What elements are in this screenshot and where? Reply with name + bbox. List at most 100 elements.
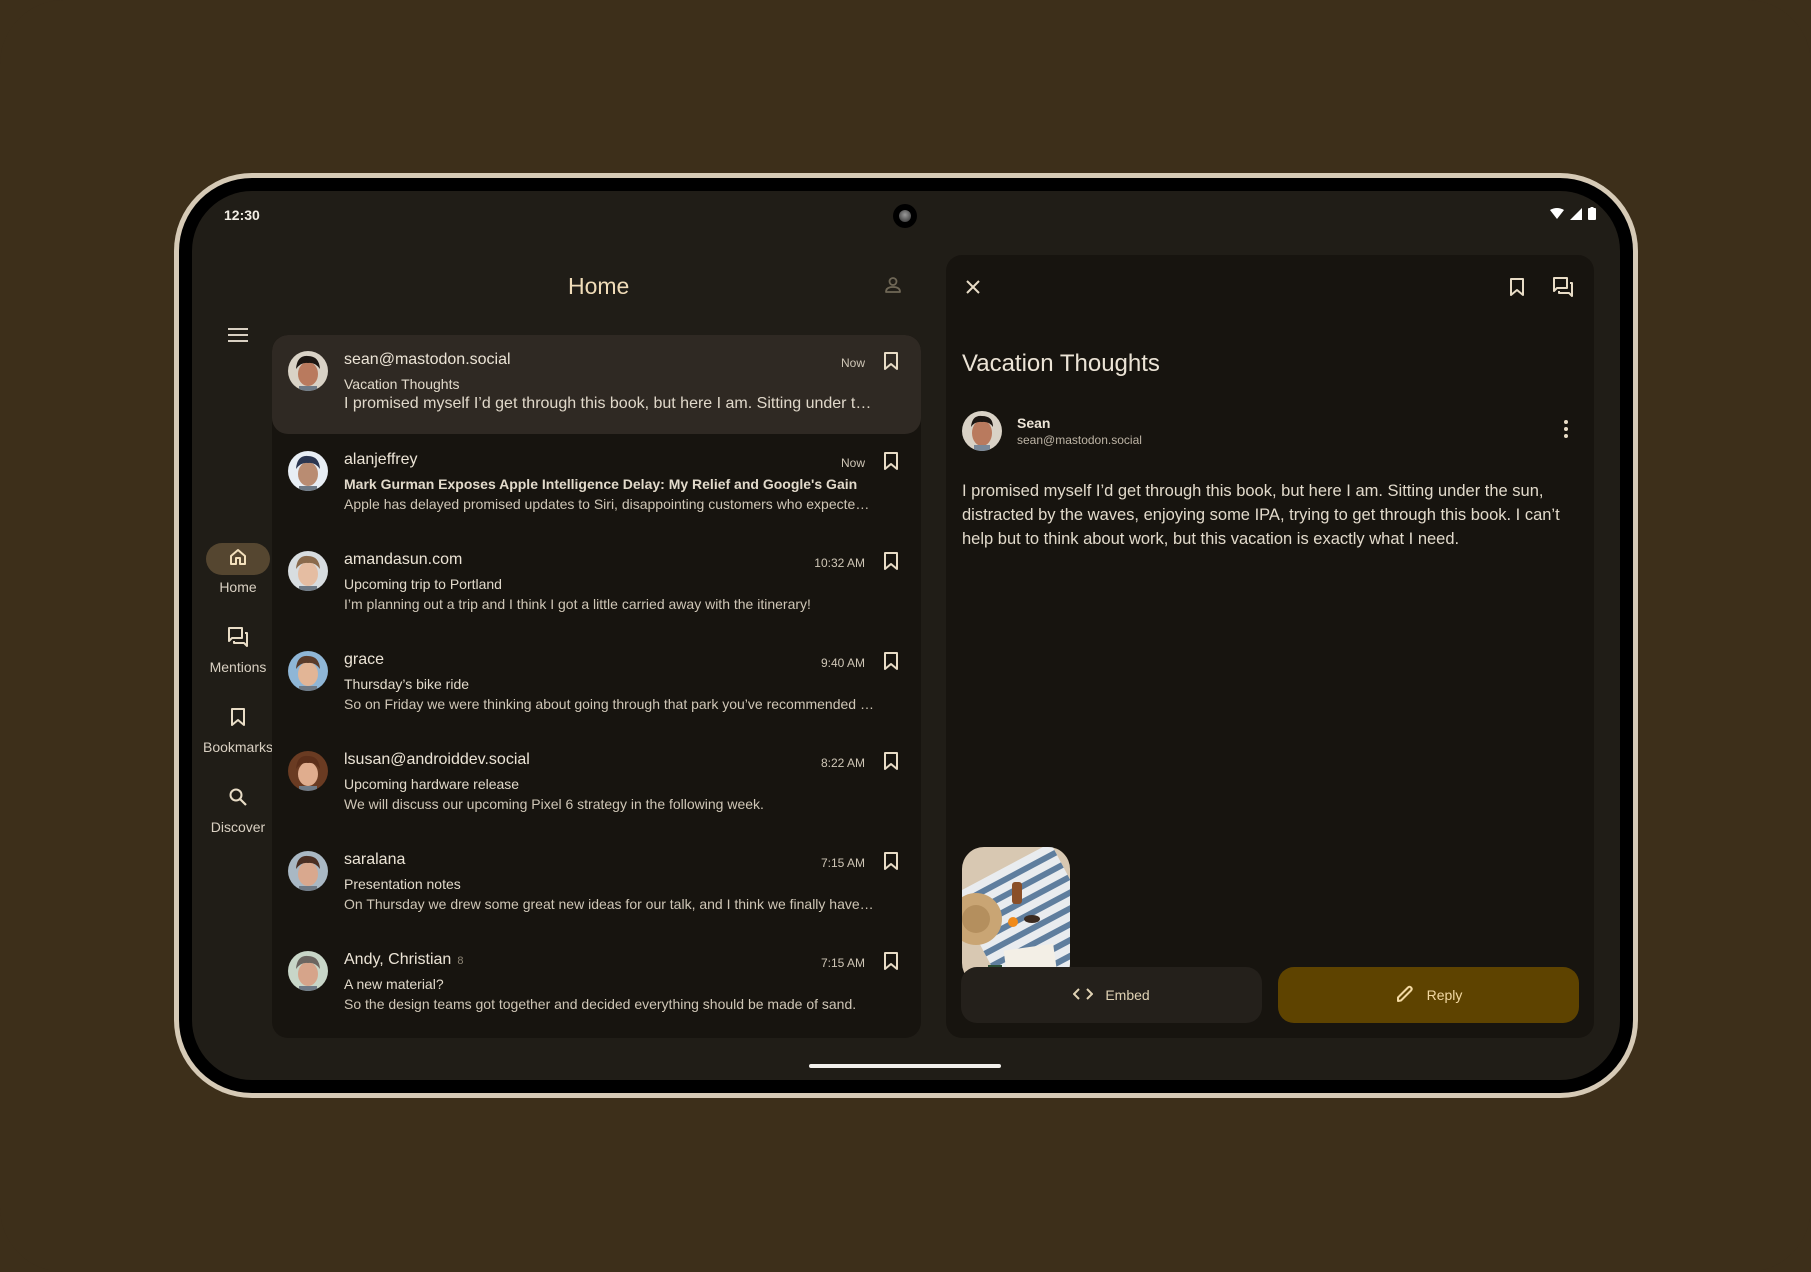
preview: So on Friday we were thinking about goin… [344, 696, 874, 712]
avatar [288, 851, 328, 891]
list-item[interactable]: saralana 7:15 AM Presentation notes On Thur… [272, 835, 921, 935]
more-options-button[interactable] [1554, 419, 1578, 443]
bookmark-button[interactable] [1503, 275, 1531, 303]
bookmark-button[interactable] [879, 851, 903, 875]
tablet-bezel: 12:30 Home Mentions Bookmarks Discover H… [179, 178, 1633, 1093]
nav-label: Mentions [209, 659, 267, 675]
sender-name: Sean [1017, 415, 1051, 431]
sender-name: grace [344, 651, 390, 669]
embed-button[interactable]: Embed [961, 967, 1262, 1023]
reply-label: Reply [1426, 987, 1463, 1003]
cellular-signal-icon [1570, 207, 1582, 220]
search-icon [228, 787, 248, 812]
chat-bubbles-icon [227, 626, 249, 653]
list-item[interactable]: amandasun.com 10:32 AM Upcoming trip to Po… [272, 535, 921, 635]
sender-name: lsusan@androiddev.social [344, 751, 536, 769]
status-icons [1550, 207, 1596, 220]
chat-bubbles-icon [1552, 276, 1574, 303]
preview: I promised myself I’d get through this b… [344, 395, 874, 412]
list-item[interactable]: Andy, Christian 8 7:15 AM A new material? So… [272, 935, 921, 1035]
bookmark-icon [883, 651, 899, 676]
list-item[interactable]: sean@mastodon.social Now Vacation Thoughts… [272, 335, 921, 434]
avatar [288, 551, 328, 591]
bookmark-icon [883, 851, 899, 876]
hamburger-menu-icon [228, 327, 248, 347]
nav-icon-container [206, 623, 270, 655]
embed-label: Embed [1105, 987, 1150, 1003]
bookmark-button[interactable] [879, 651, 903, 675]
home-icon [228, 547, 248, 572]
gesture-handle[interactable] [809, 1064, 1001, 1068]
subject: Mark Gurman Exposes Apple Intelligence D… [344, 476, 858, 492]
nav-icon-container [206, 703, 270, 735]
sender-email: sean@mastodon.social [1017, 433, 1142, 447]
attachment-image[interactable] [962, 847, 1070, 985]
battery-icon [1588, 207, 1596, 220]
bookmark-icon [230, 707, 246, 732]
menu-button[interactable] [222, 321, 254, 353]
bookmark-button[interactable] [879, 951, 903, 975]
subject: Thursday’s bike ride [344, 676, 470, 692]
profile-button[interactable] [879, 273, 907, 301]
list-item[interactable]: alanjeffrey Now Mark Gurman Exposes Apple … [272, 435, 921, 535]
message-body: I promised myself I’d get through this b… [962, 482, 1560, 548]
sender-name-text: lsusan@androiddev.social [344, 751, 530, 768]
nav-icon-container [206, 543, 270, 575]
timestamp: Now [840, 456, 865, 470]
sender-name: alanjeffrey [344, 451, 424, 469]
nav-item-home[interactable]: Home [192, 543, 284, 595]
sender-name: saralana [344, 851, 411, 869]
sender-name: Andy, Christian 8 [344, 951, 463, 969]
bookmark-icon [883, 751, 899, 776]
tablet-frame: 12:30 Home Mentions Bookmarks Discover H… [174, 173, 1638, 1098]
detail-pane: Vacation Thoughts Sean sean@mastodon.soc… [946, 255, 1594, 1038]
avatar [288, 451, 328, 491]
preview: On Thursday we drew some great new ideas… [344, 896, 874, 912]
subject: Presentation notes [344, 876, 461, 892]
preview: Apple has delayed promised updates to Si… [344, 496, 874, 512]
wallpaper: 12:30 Home Mentions Bookmarks Discover H… [0, 0, 1811, 1272]
avatar [962, 411, 1002, 451]
bookmark-icon [883, 351, 899, 376]
sender-name-text: saralana [344, 851, 406, 868]
reply-button[interactable]: Reply [1278, 967, 1579, 1023]
nav-item-mentions[interactable]: Mentions [192, 623, 284, 675]
bookmark-icon [883, 951, 899, 976]
screen: 12:30 Home Mentions Bookmarks Discover H… [192, 191, 1620, 1080]
message-title: Vacation Thoughts [962, 350, 1160, 377]
bookmark-button[interactable] [879, 451, 903, 475]
preview: We will discuss our upcoming Pixel 6 str… [344, 796, 764, 812]
subject: Vacation Thoughts [344, 376, 460, 392]
bookmark-button[interactable] [879, 551, 903, 575]
nav-label: Discover [210, 819, 266, 835]
nav-icon-container [206, 783, 270, 815]
code-icon [1072, 987, 1094, 1004]
email-list: sean@mastodon.social Now Vacation Thoughts… [272, 335, 921, 1038]
timestamp: 10:32 AM [814, 556, 865, 570]
timestamp: 7:15 AM [820, 856, 865, 870]
bookmark-icon [883, 551, 899, 576]
timestamp: Now [840, 356, 865, 370]
sender-name-text: Andy, Christian [344, 951, 452, 968]
nav-item-discover[interactable]: Discover [192, 783, 284, 835]
reply-all-button[interactable] [1549, 275, 1577, 303]
sender-name-text: amandasun.com [344, 551, 463, 568]
close-button[interactable] [959, 275, 987, 303]
status-time: 12:30 [224, 207, 260, 223]
timestamp: 8:22 AM [820, 756, 865, 770]
list-item[interactable]: grace 9:40 AM Thursday’s bike ride So on Fr… [272, 635, 921, 735]
timestamp: 9:40 AM [820, 656, 865, 670]
subject: Upcoming trip to Portland [344, 576, 502, 592]
preview: I’m planning out a trip and I think I go… [344, 596, 811, 612]
avatar [288, 751, 328, 791]
person-icon [884, 276, 902, 299]
avatar [288, 951, 328, 991]
list-item[interactable]: lsusan@androiddev.social 8:22 AM Upcoming … [272, 735, 921, 835]
nav-label: Home [219, 579, 257, 595]
avatar [288, 351, 328, 391]
bookmark-button[interactable] [879, 751, 903, 775]
bookmark-button[interactable] [879, 351, 903, 375]
more-vert-icon [1564, 419, 1568, 443]
nav-item-bookmarks[interactable]: Bookmarks [192, 703, 284, 755]
wifi-icon [1550, 207, 1564, 220]
